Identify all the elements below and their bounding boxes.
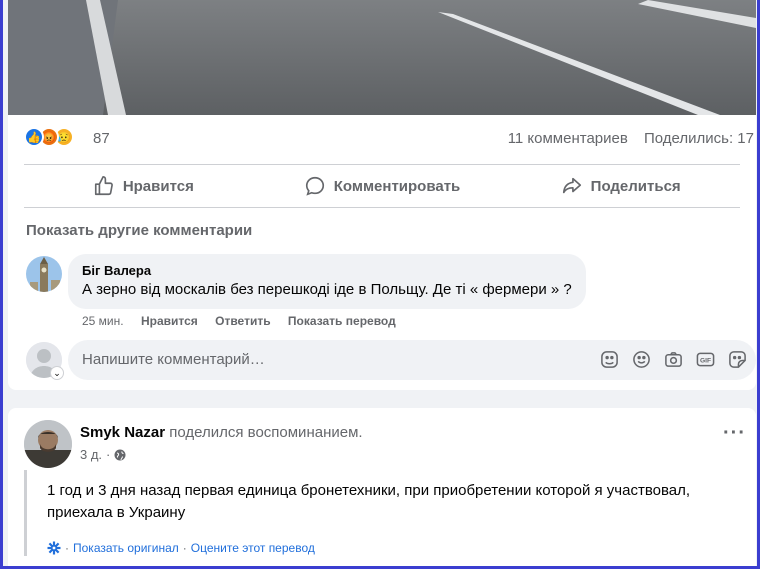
emoji-icon[interactable]: [631, 349, 652, 370]
comment-author[interactable]: Біг Валера: [82, 263, 572, 278]
link-separator: ·: [182, 541, 187, 555]
chevron-down-icon[interactable]: ⌄: [50, 366, 64, 380]
post-card-2: Smyk Nazar поделился воспоминанием. 3 д.…: [8, 408, 756, 566]
comment-time[interactable]: 25 мин.: [82, 314, 124, 328]
camera-icon[interactable]: [663, 349, 684, 370]
show-original-link[interactable]: Показать оригинал: [73, 541, 179, 555]
comment-meta: 25 мин. Нравится Ответить Показать перев…: [82, 314, 410, 328]
reaction-icons[interactable]: 👍 😡 😥: [24, 127, 74, 149]
comment-reply-link[interactable]: Ответить: [215, 314, 270, 328]
reaction-count[interactable]: 87: [93, 130, 110, 147]
comment-placeholder: Напишите комментарий…: [82, 351, 265, 368]
thumbs-up-icon: [94, 176, 113, 196]
comment-button[interactable]: Комментировать: [263, 165, 502, 207]
post-title: Smyk Nazar поделился воспоминанием.: [80, 424, 363, 441]
sticker-icon[interactable]: [727, 349, 748, 370]
avatar-sticker-icon[interactable]: [599, 349, 620, 370]
post-meta: 3 д. ·: [80, 447, 126, 462]
comment-input[interactable]: Напишите комментарий… GIF: [68, 340, 756, 380]
link-separator: ·: [65, 541, 69, 555]
memory-quote: 1 год и 3 дня назад первая единица броне…: [24, 470, 744, 556]
commenter-avatar[interactable]: [26, 256, 62, 292]
gif-icon[interactable]: GIF: [695, 349, 716, 370]
comment-like-link[interactable]: Нравится: [141, 314, 198, 328]
share-label: Поделиться: [590, 177, 681, 195]
author-avatar[interactable]: [24, 420, 72, 468]
post-stats: 👍 😡 😥 87 11 комментариев Поделились: 17: [8, 115, 756, 161]
post-action-text: поделился воспоминанием.: [169, 424, 363, 441]
comment-icon: [305, 176, 324, 196]
post-time[interactable]: 3 д.: [80, 447, 102, 462]
post-author[interactable]: Smyk Nazar: [80, 424, 165, 441]
comment-translate-link[interactable]: Показать перевод: [288, 314, 396, 328]
post-text: 1 год и 3 дня назад первая единица броне…: [47, 482, 691, 521]
shares-count[interactable]: Поделились: 17: [644, 130, 754, 147]
post-photo[interactable]: [8, 0, 756, 115]
comment-composer: ⌄ Напишите комментарий… GIF: [26, 340, 756, 380]
more-options-icon[interactable]: ···: [723, 423, 746, 443]
comment-text: А зерно від москалів без перешкоді іде в…: [82, 281, 572, 298]
like-button[interactable]: Нравится: [24, 165, 263, 207]
post-actions: Нравится Комментировать Поделиться: [24, 164, 740, 208]
show-more-comments-link[interactable]: Показать другие комментарии: [26, 222, 252, 239]
comment-label: Комментировать: [333, 177, 461, 195]
post-card: 👍 😡 😥 87 11 комментариев Поделились: 17 …: [8, 0, 756, 390]
globe-icon[interactable]: [114, 449, 126, 461]
meta-separator: ·: [106, 447, 111, 462]
rate-translation-link[interactable]: Оцените этот перевод: [191, 541, 315, 555]
share-button[interactable]: Поделиться: [501, 165, 740, 207]
translation-links: · Показать оригинал · Оцените этот перев…: [47, 541, 315, 555]
settings-gear-icon[interactable]: [47, 541, 61, 555]
like-icon: 👍: [24, 127, 44, 147]
comment-bubble: Біг Валера А зерно від москалів без пере…: [68, 254, 586, 309]
share-icon: [562, 177, 581, 194]
svg-text:GIF: GIF: [700, 357, 711, 364]
like-label: Нравится: [122, 177, 194, 195]
stats-right: 11 комментариев Поделились: 17: [508, 130, 754, 147]
comments-count[interactable]: 11 комментариев: [508, 130, 628, 147]
composer-icons: GIF: [599, 349, 748, 370]
feed-frame: 👍 😡 😥 87 11 комментариев Поделились: 17 …: [3, 0, 757, 566]
